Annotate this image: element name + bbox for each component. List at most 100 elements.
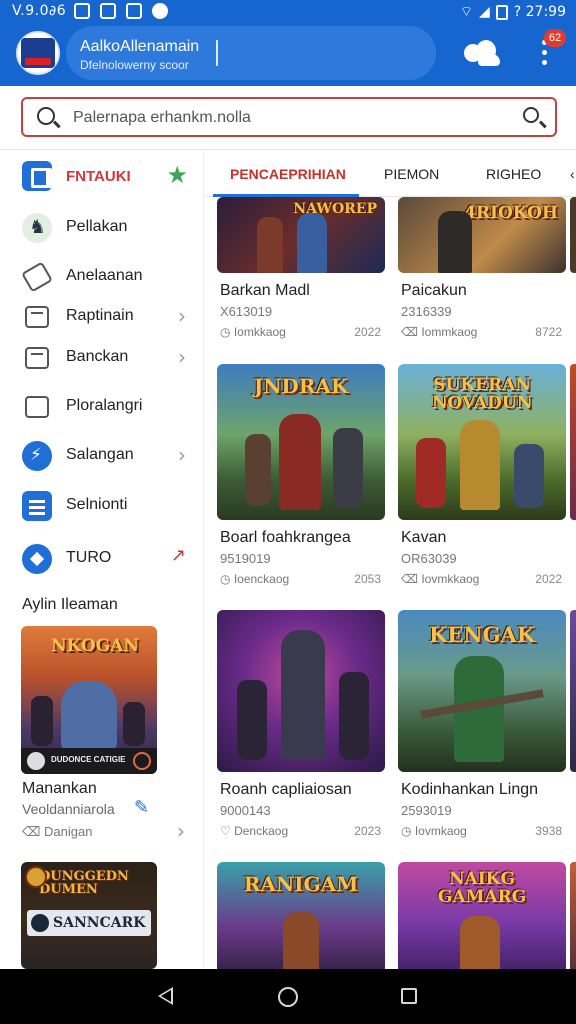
notification-icon	[100, 3, 116, 19]
account-title-pill[interactable]: AalkoAllenamain Dfelnolowerny scoor	[66, 26, 436, 80]
sidebar-item-raptinain[interactable]: Raptinain ›	[0, 296, 204, 336]
sidebar-item-label: TURO	[66, 549, 112, 566]
character-figure	[514, 444, 544, 508]
signal-icon: ◢	[478, 4, 490, 20]
game-meta-text: Denckaog	[234, 824, 289, 838]
sidebar-item-salangan[interactable]: Salangan ›	[0, 435, 204, 475]
clock-icon: ◷	[220, 325, 234, 339]
tag-icon: ⌫	[22, 824, 44, 839]
game-meta: ⌫ Iovmkkaog	[401, 572, 479, 586]
sidebar-item-pellakan[interactable]: Pellakan	[0, 207, 204, 247]
character-figure	[279, 414, 321, 510]
featured-card[interactable]: DUNGGEDN DUMEN SANNCARK	[21, 862, 157, 969]
tab-piemon[interactable]: PIEMON	[384, 166, 439, 182]
game-id: 9519019	[220, 551, 271, 566]
app-logo[interactable]	[16, 31, 60, 75]
game-id: X613019	[220, 304, 273, 319]
art-title: RANIGAM	[243, 872, 359, 896]
sidebar-item-featured[interactable]: FNTAUKI ★	[0, 155, 204, 195]
system-nav-bar	[0, 969, 576, 1024]
character-figure	[31, 696, 53, 746]
game-id: OR63039	[401, 551, 457, 566]
sidebar-item-anelaanan[interactable]: Anelaanan	[0, 256, 204, 296]
notification-badge: 62	[544, 29, 566, 47]
peek-card[interactable]	[570, 364, 576, 520]
game-meta: ◷ Iovmkaog	[401, 824, 467, 838]
tab-pencaeprihian[interactable]: PENCAEPRIHIAN	[230, 166, 346, 182]
sidebar-item-banckan[interactable]: Banckan ›	[0, 337, 204, 377]
game-id: 9000143	[220, 803, 271, 818]
character-figure	[281, 630, 325, 760]
art-subtitle: SANNCARK	[53, 915, 146, 931]
featured-card[interactable]: NKOGAN DUDONCE CATIGIE	[21, 626, 157, 774]
game-year: 3938	[535, 824, 562, 838]
heart-icon: ♡	[220, 824, 235, 838]
star-icon[interactable]: ★	[166, 161, 188, 189]
game-meta: ◷ Iomkkaog	[220, 325, 286, 339]
people-icon[interactable]	[460, 36, 500, 70]
sidebar: FNTAUKI ★ Pellakan Anelaanan Raptinain ›…	[0, 151, 204, 969]
game-year: 2022	[354, 325, 381, 339]
game-year: 2053	[354, 572, 381, 586]
game-meta-text: Ioenckaog	[233, 572, 290, 586]
sidebar-item-label: FNTAUKI	[66, 168, 131, 185]
chevron-right-icon[interactable]: ›	[177, 819, 185, 843]
recents-icon[interactable]	[401, 988, 417, 1004]
game-id: 2593019	[401, 803, 452, 818]
status-time: V.9.0∂6	[12, 3, 67, 19]
featured-name: Manankan	[22, 780, 97, 797]
search-submit-icon[interactable]	[523, 107, 539, 123]
game-artwork: RANIGAM	[217, 862, 385, 969]
sidebar-item-label: Ploralangri	[66, 397, 143, 414]
game-year: 2023	[354, 824, 381, 838]
edit-icon[interactable]: ✎	[134, 797, 149, 818]
art-title: KENGAK	[429, 622, 535, 647]
game-grid: NAWOREP Barkan Madl X613019 ◷ Iomkkaog 2…	[205, 197, 576, 969]
game-meta-text: Iovmkaog	[414, 824, 467, 838]
game-artwork: NAIKG GAMARG	[398, 862, 566, 969]
app-subtitle: Dfelnolowerny scoor	[80, 58, 189, 72]
character-figure	[416, 438, 446, 508]
tag-icon	[21, 261, 53, 293]
peek-card[interactable]	[570, 610, 576, 772]
app-title: AalkoAllenamain	[80, 38, 200, 55]
game-artwork: KENGAK	[398, 610, 566, 772]
character-figure	[245, 434, 271, 506]
emblem-icon	[25, 866, 47, 888]
game-artwork: SUKERAN NOVADUN	[398, 364, 566, 520]
notification-icon	[126, 3, 142, 19]
search-input[interactable]: Palernapa erhankm.nolla	[21, 97, 557, 137]
battery-status: ? 27:99	[513, 4, 566, 20]
back-icon[interactable]	[158, 987, 173, 1005]
status-notification-icons	[74, 3, 168, 19]
game-meta: ♡ Denckaog	[220, 824, 288, 838]
notification-icon	[152, 3, 168, 19]
game-meta: ◷ Ioenckaog	[220, 572, 289, 586]
game-meta-text: Iommkaog	[421, 325, 478, 339]
search-placeholder: Palernapa erhankm.nolla	[73, 109, 251, 126]
game-year: 8722	[535, 325, 562, 339]
peek-card[interactable]	[570, 197, 576, 273]
sidebar-item-selnionti[interactable]: Selnionti	[0, 485, 204, 525]
peek-card[interactable]	[570, 862, 576, 969]
sidebar-item-turo[interactable]: TURO ↗	[0, 538, 204, 578]
home-icon[interactable]	[278, 987, 298, 1007]
bolt-icon	[22, 441, 52, 471]
game-title: Kodinhankan Lingn	[401, 781, 539, 798]
chevron-right-icon: ›	[178, 345, 186, 369]
knight-icon	[22, 213, 52, 243]
battery-icon	[495, 4, 508, 20]
game-meta-text: Iovmkkaog	[421, 572, 480, 586]
section-title: Aylin Ileaman	[22, 596, 118, 613]
sidebar-item-ploralangri[interactable]: Ploralangri	[0, 386, 204, 426]
game-meta: ⌫ Iommkaog	[401, 325, 477, 339]
tab-overflow[interactable]: ‹	[570, 166, 575, 182]
notification-icon	[74, 3, 90, 19]
search-bar-container: Palernapa erhankm.nolla	[0, 86, 576, 150]
p-logo-icon	[22, 161, 52, 191]
clock-icon: ◷	[220, 572, 234, 586]
emblem-icon	[31, 914, 49, 932]
game-artwork	[217, 610, 385, 772]
game-title: Paicakun	[401, 282, 467, 299]
tab-righeo[interactable]: RIGHEO	[486, 166, 541, 182]
